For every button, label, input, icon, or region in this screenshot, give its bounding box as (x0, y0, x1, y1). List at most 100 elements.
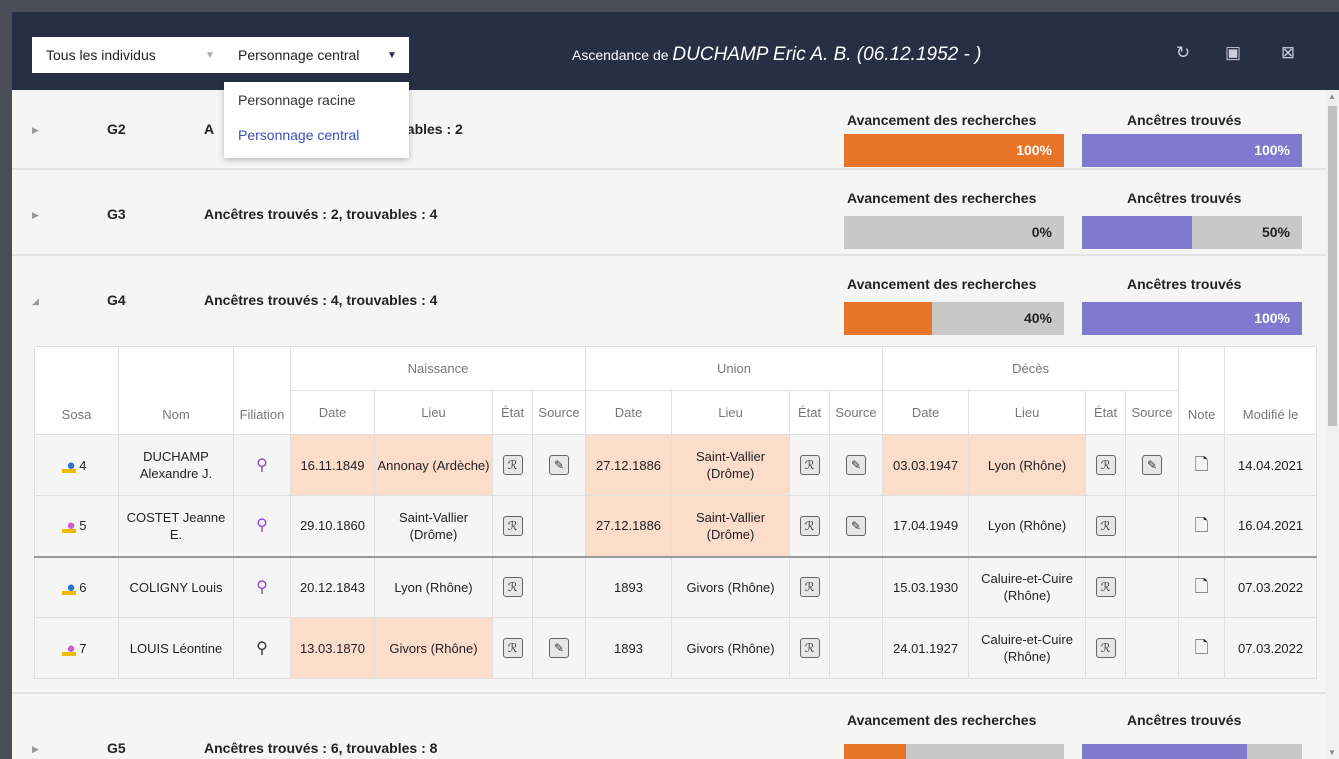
page-title: Ascendance de DUCHAMP Eric A. B. (06.12.… (572, 37, 981, 73)
header-death-date[interactable]: Date (882, 390, 970, 435)
group-header-deces: Décès (882, 346, 1180, 391)
search-person-icon[interactable]: ℛ (1095, 455, 1116, 475)
header-note[interactable]: Note (1178, 346, 1226, 435)
birth-source-cell (531, 555, 587, 618)
progress-label: Avancement des recherches (847, 190, 1037, 206)
progress-value: 0% (1031, 224, 1052, 240)
header-union-source[interactable]: Source (829, 390, 884, 435)
generation-row-g4[interactable]: ◢ G4 Ancêtres trouvés : 4, trouvables : … (12, 256, 1326, 340)
note-document-icon[interactable]: 🗋 (1195, 577, 1209, 596)
sosa-number: 7 (79, 640, 87, 656)
table-row[interactable]: ● 4 DUCHAMP Alexandre J. ⚲ 16.11.1849 Annona… (34, 434, 1318, 496)
generation-name: G5 (107, 740, 126, 756)
search-person-icon[interactable]: ℛ (502, 577, 523, 598)
found-value: 100% (1254, 142, 1290, 158)
filiation-cell[interactable]: ⚲ (233, 555, 291, 618)
search-person-icon[interactable]: ℛ (502, 455, 523, 475)
filiation-icon[interactable]: ⚲ (256, 579, 268, 596)
note-document-icon[interactable]: 🗋 (1195, 516, 1209, 535)
filiation-icon[interactable]: ⚲ (256, 457, 268, 474)
name-cell[interactable]: COLIGNY Louis (118, 555, 234, 618)
filiation-icon[interactable]: ⚲ (256, 640, 268, 657)
union-source-cell: ✎ (829, 434, 884, 496)
table-row[interactable]: ● 7 LOUIS Léontine ⚲ 13.03.1870 Givors (Rhôn… (34, 617, 1318, 679)
menu-item-root-person[interactable]: Personnage racine (238, 92, 356, 108)
header-modifie[interactable]: Modifié le (1224, 346, 1318, 435)
death-source-cell (1125, 555, 1180, 618)
name-cell[interactable]: COSTET Jeanne E. (118, 495, 234, 557)
search-person-icon[interactable]: ℛ (799, 455, 820, 475)
sosa-cell: ● 4 (34, 434, 119, 496)
filiation-cell[interactable]: ⚲ (233, 617, 291, 679)
menu-item-central-person[interactable]: Personnage central (238, 127, 359, 143)
union-date-cell: 1893 (585, 617, 673, 679)
union-source-cell (829, 555, 884, 618)
name-cell[interactable]: DUCHAMP Alexandre J. (118, 434, 234, 496)
excel-icon[interactable]: ⊠ (1277, 42, 1299, 64)
header-nom[interactable]: Nom (118, 346, 234, 435)
scrollbar-thumb[interactable] (1328, 106, 1337, 426)
search-person-icon[interactable]: ℛ (799, 515, 820, 536)
header-birth-state[interactable]: État (492, 390, 533, 435)
source-document-icon[interactable]: ✎ (549, 455, 569, 475)
death-state-cell: ℛ (1085, 555, 1127, 618)
union-state-cell: ℛ (789, 555, 831, 618)
header-death-source[interactable]: Source (1125, 390, 1180, 435)
header-union-state[interactable]: État (789, 390, 831, 435)
union-date-cell: 27.12.1886 (585, 495, 673, 557)
collapse-arrow-icon[interactable]: ◢ (32, 296, 39, 307)
death-source-cell (1125, 495, 1180, 557)
birth-state-cell: ℛ (492, 434, 533, 496)
filiation-icon[interactable]: ⚲ (256, 517, 268, 534)
name-cell[interactable]: LOUIS Léontine (118, 617, 234, 679)
male-person-icon: ● (61, 579, 76, 596)
research-progress-bar: 40% (844, 302, 1064, 335)
source-document-icon[interactable]: ✎ (1142, 455, 1163, 475)
refresh-icon[interactable]: ↻ (1172, 42, 1194, 64)
generation-row-g3[interactable]: ▶ G3 Ancêtres trouvés : 2, trouvables : … (12, 170, 1326, 256)
filiation-cell[interactable]: ⚲ (233, 434, 291, 496)
generation-row-g2[interactable]: ▶ G2 A vables : 2 Avancement des recherc… (12, 90, 1326, 170)
header-birth-source[interactable]: Source (531, 390, 587, 435)
search-person-icon[interactable]: ℛ (799, 577, 820, 598)
expand-arrow-icon[interactable]: ▶ (32, 125, 39, 136)
note-document-icon[interactable]: 🗋 (1195, 455, 1209, 474)
sosa-number: 4 (79, 457, 87, 473)
table-row[interactable]: ● 6 COLIGNY Louis ⚲ 20.12.1843 Lyon (Rhône) ℛ… (34, 555, 1318, 618)
header-birth-place[interactable]: Lieu (374, 390, 493, 435)
search-person-icon[interactable]: ℛ (1095, 577, 1116, 598)
center-person-dropdown[interactable]: Personnage central ▼ (224, 37, 409, 73)
source-document-icon[interactable]: ✎ (846, 515, 867, 536)
individuals-filter-dropdown[interactable]: Tous les individus ▼ (32, 37, 227, 73)
union-date-cell: 27.12.1886 (585, 434, 673, 496)
header-union-place[interactable]: Lieu (671, 390, 791, 435)
scroll-down-icon[interactable]: ▼ (1328, 748, 1336, 757)
header-filiation[interactable]: Filiation (233, 346, 291, 435)
expand-arrow-icon[interactable]: ▶ (32, 210, 39, 221)
search-person-icon[interactable]: ℛ (1095, 638, 1116, 658)
filiation-cell[interactable]: ⚲ (233, 495, 291, 557)
pdf-icon[interactable]: ▣ (1222, 42, 1244, 64)
progress-label: Avancement des recherches (847, 276, 1037, 292)
modified-date-cell: 07.03.2022 (1224, 555, 1318, 618)
source-document-icon[interactable]: ✎ (549, 638, 569, 658)
header-union-date[interactable]: Date (585, 390, 673, 435)
header-death-state[interactable]: État (1085, 390, 1127, 435)
expand-arrow-icon[interactable]: ▶ (32, 744, 39, 755)
research-progress-bar: 100% (844, 134, 1064, 167)
vertical-scrollbar[interactable]: ▲ ▼ (1326, 90, 1339, 759)
birth-source-cell: ✎ (531, 617, 587, 679)
note-document-icon[interactable]: 🗋 (1195, 638, 1209, 657)
search-person-icon[interactable]: ℛ (799, 638, 820, 658)
table-row[interactable]: ● 5 COSTET Jeanne E. ⚲ 29.10.1860 Saint-Vall… (34, 495, 1318, 557)
search-person-icon[interactable]: ℛ (1095, 515, 1116, 536)
progress-label: Avancement des recherches (847, 112, 1037, 128)
header-birth-date[interactable]: Date (290, 390, 375, 435)
source-document-icon[interactable]: ✎ (846, 455, 867, 475)
header-death-place[interactable]: Lieu (968, 390, 1087, 435)
search-person-icon[interactable]: ℛ (502, 515, 523, 536)
header-sosa[interactable]: Sosa (34, 346, 119, 435)
generation-row-g5[interactable]: ▶ G5 Ancêtres trouvés : 6, trouvables : … (12, 694, 1326, 759)
search-person-icon[interactable]: ℛ (502, 638, 523, 658)
scroll-up-icon[interactable]: ▲ (1328, 92, 1336, 101)
